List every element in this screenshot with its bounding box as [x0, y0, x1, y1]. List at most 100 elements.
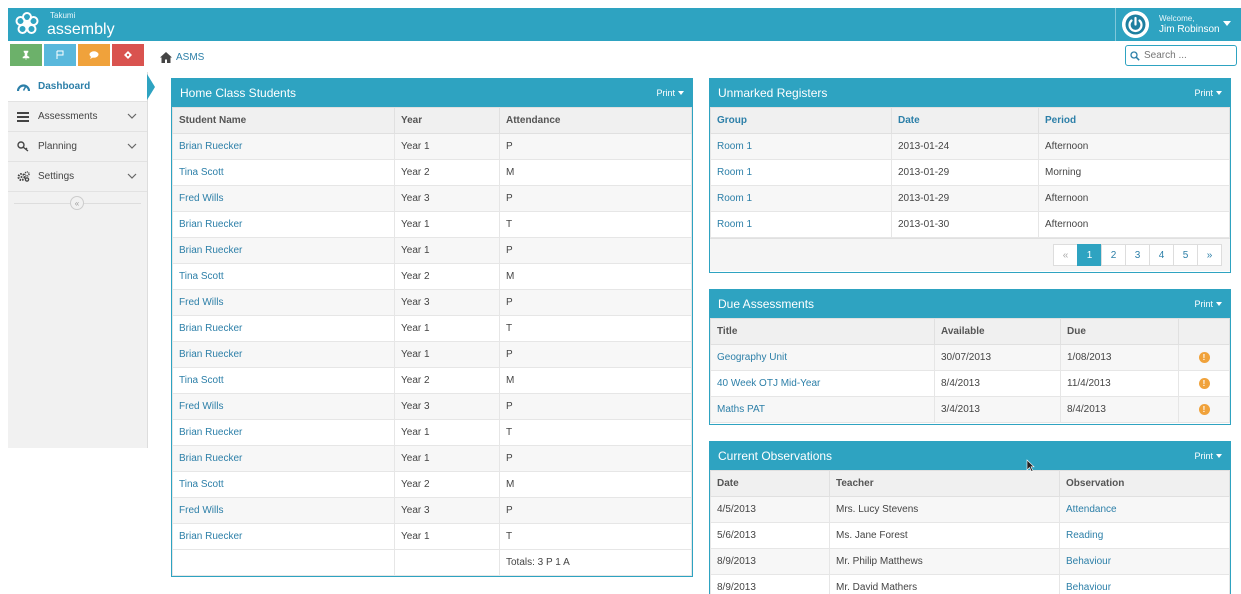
student-name-link[interactable]: Brian Ruecker	[172, 133, 395, 160]
attendance-cell: P	[499, 289, 692, 316]
page-prev-button[interactable]: «	[1053, 244, 1078, 266]
chevron-down-icon[interactable]	[127, 141, 137, 151]
sidebar-item-label: Assessments	[38, 111, 98, 122]
user-name: Jim Robinson	[1159, 24, 1220, 35]
assessment-title-link[interactable]: 40 Week OTJ Mid-Year	[710, 370, 935, 397]
group-link[interactable]: Room 1	[710, 211, 892, 238]
column-header[interactable]: Date	[891, 107, 1039, 134]
student-name-link[interactable]: Brian Ruecker	[172, 419, 395, 446]
search-box[interactable]	[1125, 45, 1237, 66]
page-button[interactable]: 1	[1077, 244, 1102, 266]
user-menu[interactable]: Welcome, Jim Robinson	[1115, 8, 1241, 41]
student-name-link[interactable]: Brian Ruecker	[172, 445, 395, 472]
mouse-cursor-icon	[1026, 459, 1035, 472]
column-header[interactable]: Due	[1060, 318, 1179, 345]
student-name-link[interactable]: Tina Scott	[172, 263, 395, 290]
flag-button[interactable]	[44, 44, 76, 66]
warning-icon[interactable]: !	[1198, 404, 1210, 415]
observation-link[interactable]: Reading	[1059, 522, 1230, 549]
period-cell: Afternoon	[1038, 185, 1230, 212]
power-icon[interactable]	[1122, 11, 1149, 38]
comment-icon	[89, 51, 99, 59]
page-button[interactable]: 3	[1125, 244, 1150, 266]
table-row: Brian Ruecker Year 1T	[172, 315, 692, 342]
column-header[interactable]: Date	[710, 470, 830, 497]
print-button[interactable]: Print	[1194, 88, 1222, 98]
student-name-link[interactable]: Fred Wills	[172, 289, 395, 316]
date-cell: 2013-01-24	[891, 133, 1039, 160]
student-name-link[interactable]: Brian Ruecker	[172, 315, 395, 342]
student-name-link[interactable]: Tina Scott	[172, 367, 395, 394]
print-button[interactable]: Print	[656, 88, 684, 98]
column-header[interactable]: Title	[710, 318, 935, 345]
group-link[interactable]: Room 1	[710, 159, 892, 186]
pagination-pages: «1 2 3 4 5»	[1053, 244, 1222, 266]
student-name-link[interactable]: Tina Scott	[172, 471, 395, 498]
student-name-link[interactable]: Brian Ruecker	[172, 237, 395, 264]
caret-down-icon[interactable]	[1223, 21, 1231, 26]
student-name-link[interactable]: Brian Ruecker	[172, 523, 395, 550]
student-name-link[interactable]: Tina Scott	[172, 159, 395, 186]
table-row: Room 1 2013-01-29 Morning	[710, 159, 1230, 186]
student-name-link[interactable]: Brian Ruecker	[172, 341, 395, 368]
column-header[interactable]: Year	[394, 107, 500, 134]
sidebar-item-planning[interactable]: Planning	[8, 132, 147, 162]
observation-link[interactable]: Attendance	[1059, 496, 1230, 523]
home-icon[interactable]	[160, 51, 172, 63]
page-button[interactable]: 4	[1149, 244, 1174, 266]
student-name-link[interactable]: Fred Wills	[172, 185, 395, 212]
table-row: Tina Scott Year 2M	[172, 159, 692, 186]
breadcrumb-link[interactable]: ASMS	[176, 52, 204, 63]
column-header[interactable]: Group	[710, 107, 892, 134]
group-link[interactable]: Room 1	[710, 185, 892, 212]
assessment-title-link[interactable]: Maths PAT	[710, 396, 935, 423]
table-row: 8/9/2013 Mr. David Mathers Behaviour	[710, 574, 1230, 594]
column-header[interactable]: Observation	[1059, 470, 1230, 497]
year-cell: Year 3	[394, 393, 500, 420]
observation-link[interactable]: Behaviour	[1059, 548, 1230, 575]
sidebar-item-settings[interactable]: Settings	[8, 162, 147, 192]
column-header[interactable]: Period	[1038, 107, 1230, 134]
year-cell: Year 2	[394, 159, 500, 186]
page-next-button[interactable]: »	[1197, 244, 1222, 266]
tag-button[interactable]	[112, 44, 144, 66]
search-input[interactable]	[1144, 50, 1234, 61]
column-header[interactable]: Student Name	[172, 107, 395, 134]
warning-icon[interactable]: !	[1198, 378, 1210, 389]
warning-icon[interactable]: !	[1198, 352, 1210, 363]
student-name-link[interactable]: Fred Wills	[172, 393, 395, 420]
print-button[interactable]: Print	[1194, 451, 1222, 461]
column-header[interactable]: Teacher	[829, 470, 1060, 497]
comment-button[interactable]	[78, 44, 110, 66]
pin-button[interactable]	[10, 44, 42, 66]
collapse-button[interactable]: «	[70, 196, 84, 210]
column-header[interactable]: Attendance	[499, 107, 692, 134]
observation-link[interactable]: Behaviour	[1059, 574, 1230, 594]
chevron-down-icon[interactable]	[127, 171, 137, 181]
attendance-cell: M	[499, 367, 692, 394]
column-header[interactable]: Available	[934, 318, 1061, 345]
print-button[interactable]: Print	[1194, 299, 1222, 309]
assessment-title-link[interactable]: Geography Unit	[710, 344, 935, 371]
page-button[interactable]: 2	[1101, 244, 1126, 266]
due-assessments-panel: Due Assessments Print Title Available Du…	[709, 289, 1231, 425]
sidebar-item-dashboard[interactable]: Dashboard	[8, 72, 155, 102]
panel-title: Unmarked Registers	[718, 86, 828, 100]
students-table: Student Name Year Attendance Brian Rueck…	[172, 107, 692, 576]
chevron-down-icon[interactable]	[127, 111, 137, 121]
warning-cell: !	[1178, 370, 1230, 397]
table-row: Maths PAT 3/4/2013 8/4/2013!	[710, 396, 1230, 423]
group-link[interactable]: Room 1	[710, 133, 892, 160]
teacher-cell: Mr. David Mathers	[829, 574, 1060, 594]
student-name-link[interactable]: Brian Ruecker	[172, 211, 395, 238]
sidebar-item-assessments[interactable]: Assessments	[8, 102, 147, 132]
date-cell: 2013-01-29	[891, 185, 1039, 212]
date-cell: 8/9/2013	[710, 574, 830, 594]
brand-name[interactable]: assembly	[47, 21, 115, 39]
year-cell: Year 1	[394, 237, 500, 264]
page-button[interactable]: 5	[1173, 244, 1198, 266]
year-cell: Year 3	[394, 289, 500, 316]
table-row: 8/9/2013 Mr. Philip Matthews Behaviour	[710, 548, 1230, 575]
student-name-link[interactable]: Fred Wills	[172, 497, 395, 524]
date-cell: 8/9/2013	[710, 548, 830, 575]
